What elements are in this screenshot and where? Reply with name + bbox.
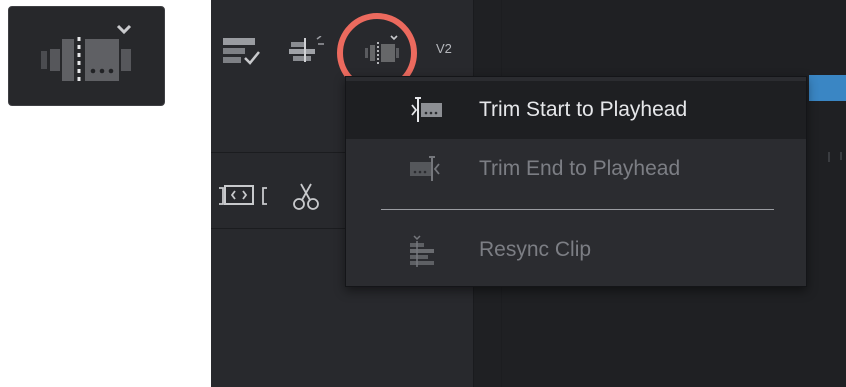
resync-clip-icon: [410, 235, 434, 267]
menu-item-trim-end[interactable]: Trim End to Playhead: [346, 140, 806, 198]
track-label-v2: V2: [436, 41, 452, 56]
ruler-ticks: [828, 152, 842, 162]
dynamic-trim-icon[interactable]: [217, 182, 269, 210]
track-destination-icon[interactable]: [221, 36, 265, 72]
menu-item-resync-clip[interactable]: Resync Clip: [346, 221, 806, 279]
trim-clip-icon: [41, 24, 132, 85]
menu-item-label: Trim End to Playhead: [479, 157, 681, 180]
trim-dropdown-menu: Trim Start to Playhead Trim End to Playh…: [345, 76, 807, 287]
menu-separator: [381, 209, 774, 210]
menu-item-label: Trim Start to Playhead: [479, 98, 688, 121]
trim-tool-enlarged-tile: [8, 6, 165, 106]
trim-end-icon: [410, 156, 440, 181]
menu-item-trim-start[interactable]: Trim Start to Playhead: [346, 81, 806, 139]
snap-markers-icon[interactable]: [287, 36, 331, 68]
scissors-icon[interactable]: [291, 180, 323, 212]
menu-item-label: Resync Clip: [479, 238, 592, 261]
trim-start-icon: [411, 97, 442, 122]
timeline-clip[interactable]: [809, 75, 846, 101]
